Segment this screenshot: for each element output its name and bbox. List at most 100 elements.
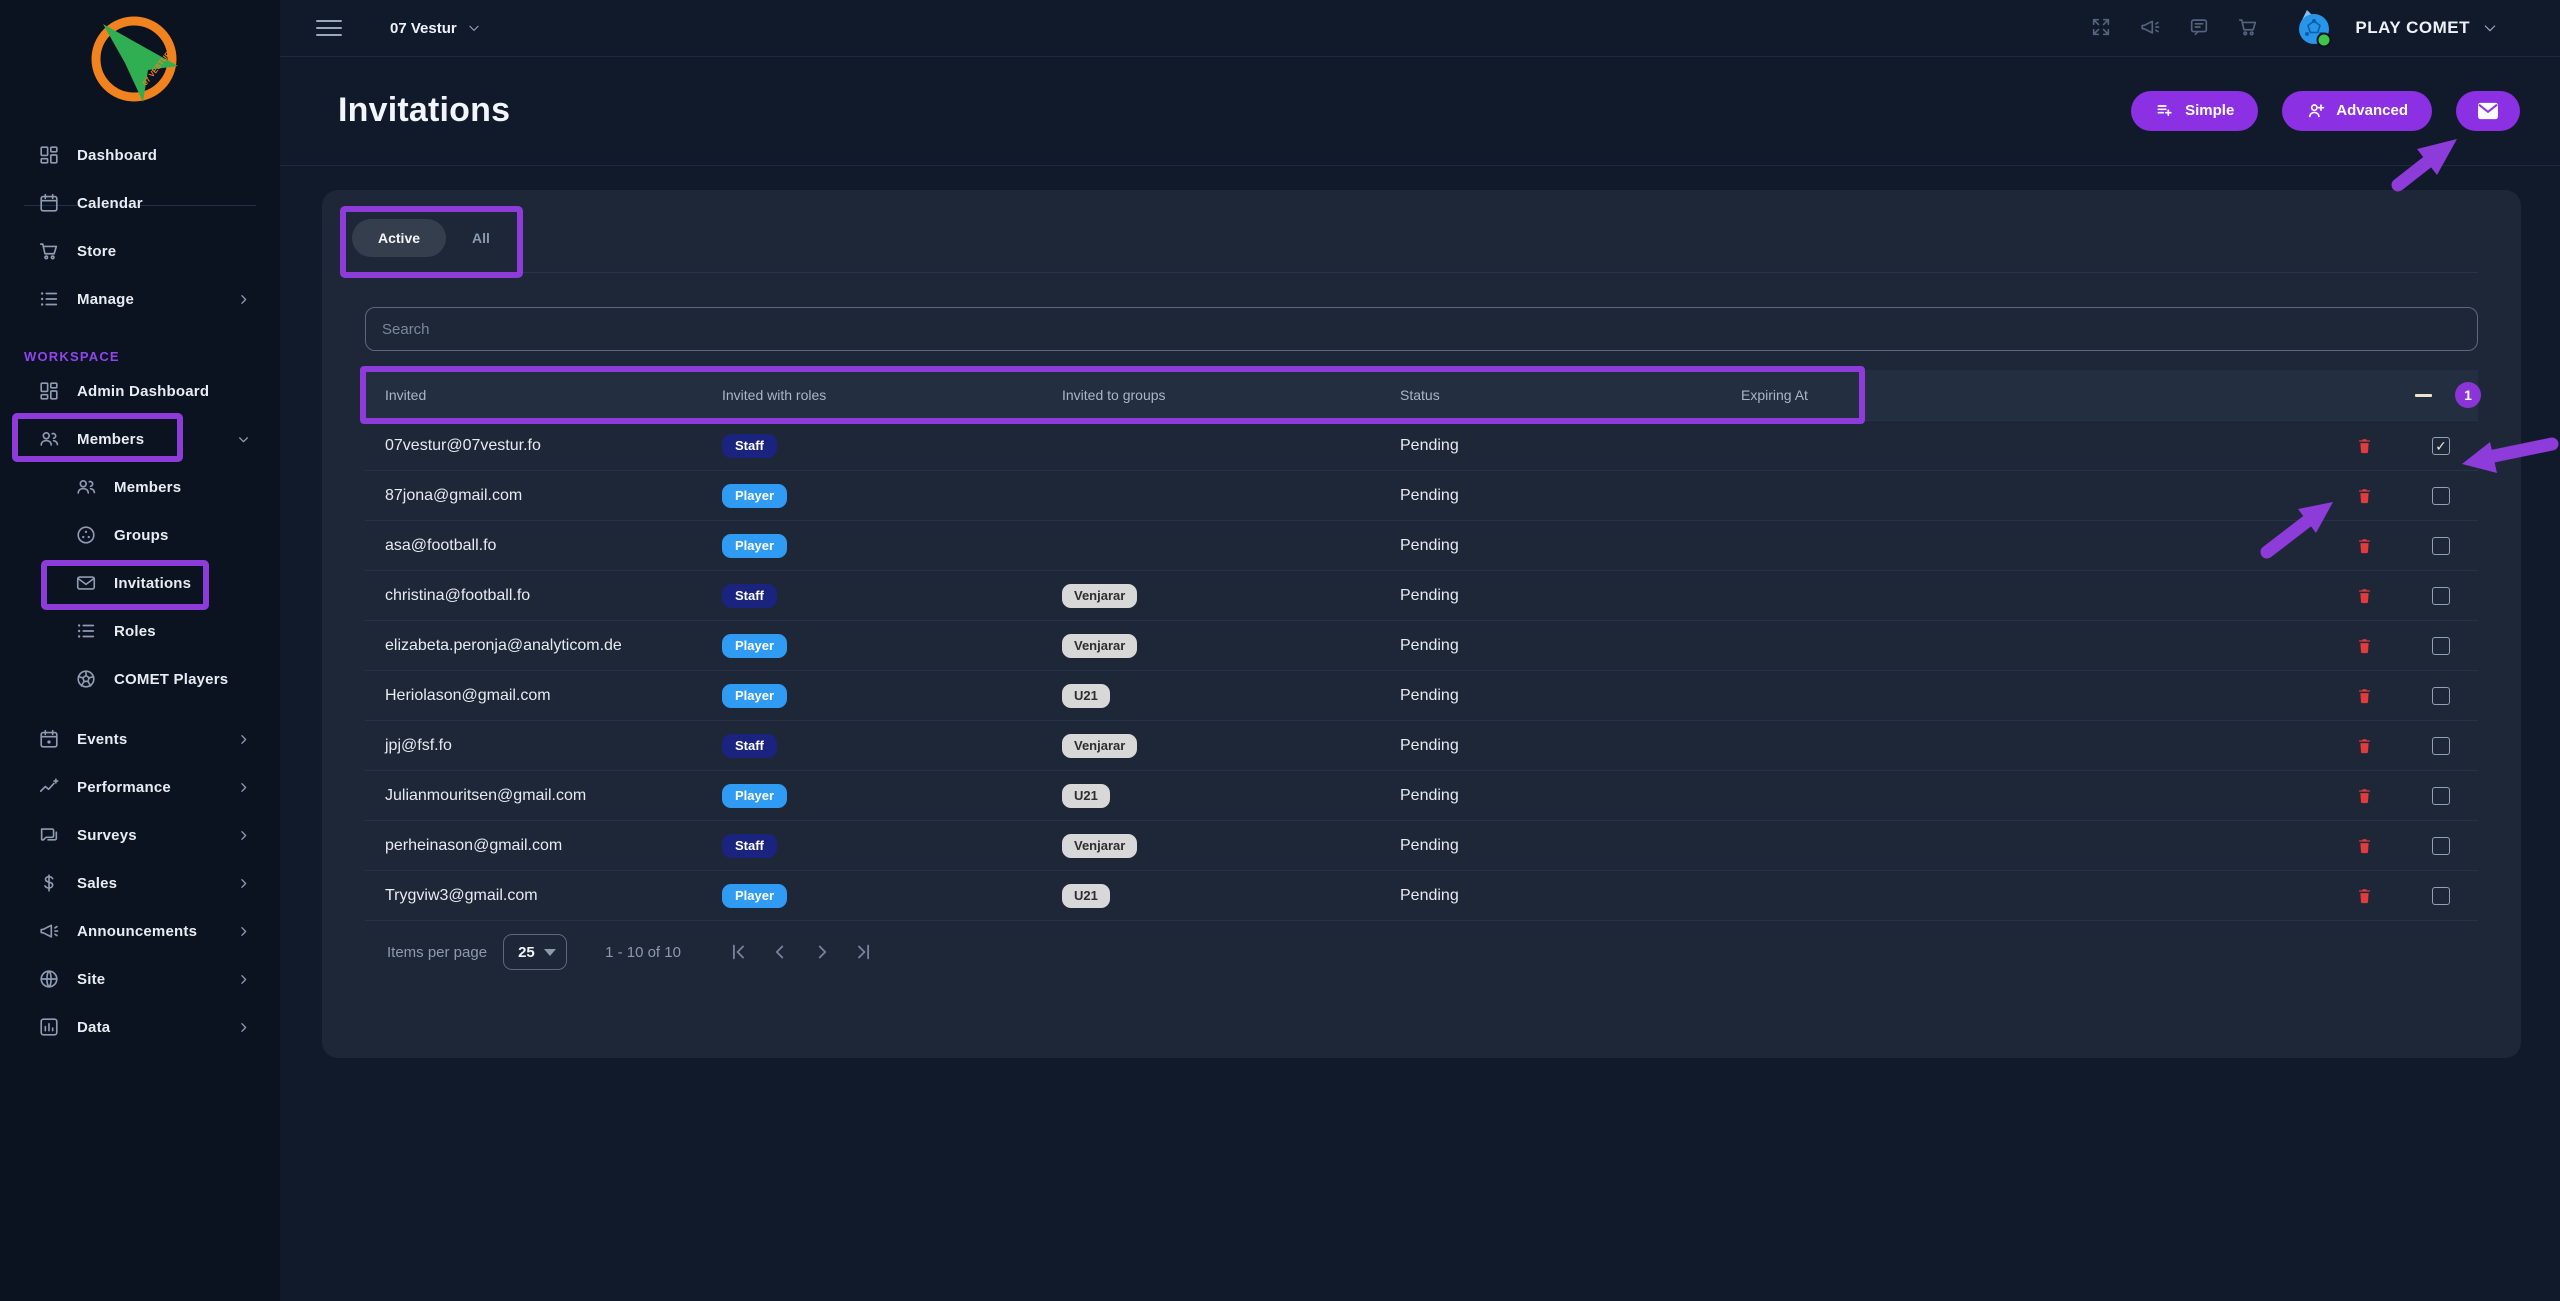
select-all-indeterminate-checkbox[interactable]	[2411, 370, 2435, 420]
tab-active[interactable]: Active	[352, 219, 446, 257]
delete-invitation-button[interactable]	[2356, 786, 2373, 806]
sidebar-item-performance[interactable]: Performance	[0, 763, 280, 811]
sidebar-item-announcements[interactable]: Announcements	[0, 907, 280, 955]
team-selector[interactable]: 07 Vestur	[390, 20, 481, 37]
row-checkbox[interactable]	[2432, 687, 2450, 705]
comet-avatar[interactable]	[2293, 8, 2333, 48]
user-menu[interactable]: PLAY COMET	[2355, 18, 2498, 38]
delete-invitation-button[interactable]	[2356, 736, 2373, 756]
menu-toggle-icon[interactable]	[316, 15, 342, 41]
role-badge-staff: Staff	[722, 834, 777, 858]
invited-email: Heriolason@gmail.com	[385, 671, 551, 720]
invited-email: Trygviw3@gmail.com	[385, 871, 538, 920]
delete-cell	[2344, 471, 2384, 520]
invited-email: 87jona@gmail.com	[385, 471, 522, 520]
role-cell: Player	[722, 621, 787, 670]
chevron-right-icon	[237, 829, 250, 842]
next-page-button[interactable]	[809, 939, 835, 965]
megaphone-icon[interactable]	[2139, 16, 2163, 40]
group-cell: U21	[1062, 871, 1110, 920]
sidebar-item-roles[interactable]: Roles	[0, 607, 280, 655]
sidebar-item-data[interactable]: Data	[0, 1003, 280, 1051]
sidebar-item-label: Events	[77, 731, 127, 748]
delete-invitation-button[interactable]	[2356, 486, 2373, 506]
topbar-actions: PLAY COMET	[2065, 8, 2560, 48]
circle-dots-icon	[75, 524, 97, 546]
sidebar-item-manage[interactable]: Manage	[0, 275, 280, 323]
online-status-dot	[2318, 34, 2331, 47]
group-badge: U21	[1062, 784, 1110, 808]
group-badge: U21	[1062, 884, 1110, 908]
row-checkbox[interactable]	[2432, 487, 2450, 505]
delete-cell	[2344, 621, 2384, 670]
column-header-invited-to-groups: Invited to groups	[1062, 370, 1166, 420]
sidebar-item-groups[interactable]: Groups	[0, 511, 280, 559]
first-page-button[interactable]	[725, 939, 751, 965]
status-text: Pending	[1400, 671, 1459, 720]
sidebar-item-dashboard[interactable]: Dashboard	[0, 131, 280, 179]
page-size-select[interactable]: 25	[503, 934, 567, 970]
last-page-button[interactable]	[851, 939, 877, 965]
sidebar-item-label: Roles	[114, 623, 156, 640]
sidebar-item-members[interactable]: Members	[0, 415, 280, 463]
checkbox-cell	[2423, 571, 2459, 620]
table-body: 07vestur@07vestur.foStaffPending✓87jona@…	[365, 420, 2478, 921]
row-checkbox-checked[interactable]: ✓	[2432, 437, 2450, 455]
dashboard-grid-icon	[38, 380, 60, 402]
role-cell: Staff	[722, 571, 777, 620]
previous-page-button[interactable]	[767, 939, 793, 965]
checkbox-cell	[2423, 521, 2459, 570]
sidebar-item-store[interactable]: Store	[0, 227, 280, 275]
delete-invitation-button[interactable]	[2356, 836, 2373, 856]
group-cell: Venjarar	[1062, 621, 1137, 670]
column-header-status: Status	[1400, 370, 1440, 420]
invitation-row: Julianmouritsen@gmail.comPlayerU21Pendin…	[365, 770, 2478, 820]
delete-invitation-button[interactable]	[2356, 436, 2373, 456]
row-checkbox[interactable]	[2432, 737, 2450, 755]
chevron-right-icon	[237, 781, 250, 794]
group-cell: Venjarar	[1062, 721, 1137, 770]
send-mail-button[interactable]	[2456, 91, 2520, 131]
row-checkbox[interactable]	[2432, 837, 2450, 855]
fullscreen-icon[interactable]	[2090, 16, 2114, 40]
delete-invitation-button[interactable]	[2356, 586, 2373, 606]
sidebar-item-sales[interactable]: Sales	[0, 859, 280, 907]
delete-invitation-button[interactable]	[2356, 886, 2373, 906]
advanced-invite-button[interactable]: Advanced	[2282, 91, 2432, 131]
sidebar-item-label: COMET Players	[114, 671, 228, 688]
search-input[interactable]	[365, 307, 2478, 351]
cart-icon[interactable]	[2237, 16, 2261, 40]
tab-all[interactable]: All	[446, 219, 516, 257]
row-checkbox[interactable]	[2432, 887, 2450, 905]
delete-invitation-button[interactable]	[2356, 636, 2373, 656]
sidebar-item-comet-players[interactable]: COMET Players	[0, 655, 280, 703]
invited-email: Julianmouritsen@gmail.com	[385, 771, 586, 820]
sidebar-item-label: Site	[77, 971, 105, 988]
advanced-button-label: Advanced	[2336, 102, 2408, 119]
sidebar-item-events[interactable]: Events	[0, 715, 280, 763]
chevron-right-icon	[237, 733, 250, 746]
row-checkbox[interactable]	[2432, 537, 2450, 555]
chat-square-icon[interactable]	[2188, 16, 2212, 40]
simple-invite-button[interactable]: Simple	[2131, 91, 2258, 131]
delete-invitation-button[interactable]	[2356, 686, 2373, 706]
calendar-event-icon	[38, 728, 60, 750]
items-per-page-label: Items per page	[387, 944, 487, 961]
sidebar-item-site[interactable]: Site	[0, 955, 280, 1003]
header-buttons: Simple Advanced	[2131, 91, 2560, 131]
role-cell: Staff	[722, 821, 777, 870]
sidebar-item-admin-dashboard[interactable]: Admin Dashboard	[0, 367, 280, 415]
row-checkbox[interactable]	[2432, 637, 2450, 655]
delete-invitation-button[interactable]	[2356, 536, 2373, 556]
user-menu-label: PLAY COMET	[2355, 18, 2470, 38]
group-badge: Venjarar	[1062, 734, 1137, 758]
person-add-icon	[2306, 101, 2326, 121]
invited-email: asa@football.fo	[385, 521, 496, 570]
sidebar-item-calendar[interactable]: Calendar	[0, 179, 280, 227]
sidebar-item-invitations[interactable]: Invitations	[0, 559, 280, 607]
row-checkbox[interactable]	[2432, 787, 2450, 805]
status-text: Pending	[1400, 471, 1459, 520]
row-checkbox[interactable]	[2432, 587, 2450, 605]
sidebar-item-members[interactable]: Members	[0, 463, 280, 511]
sidebar-item-surveys[interactable]: Surveys	[0, 811, 280, 859]
